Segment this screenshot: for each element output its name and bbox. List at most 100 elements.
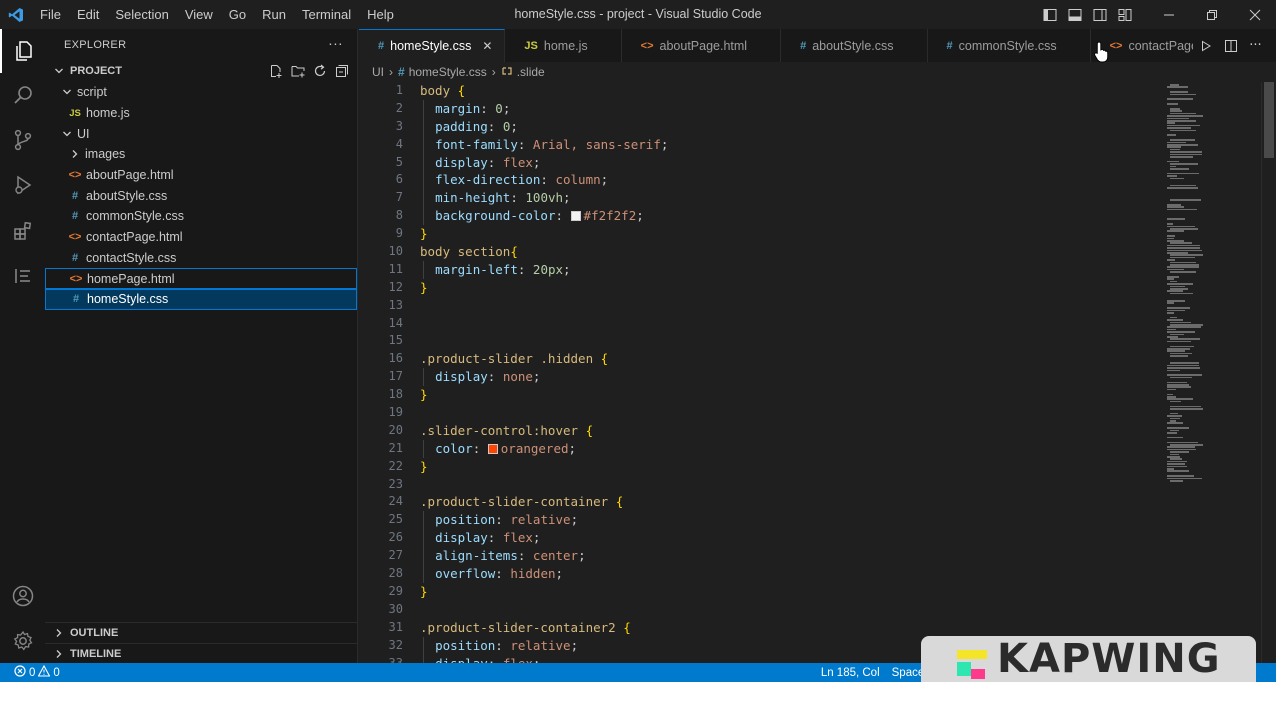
toggle-secondary-sidebar-icon[interactable] (1087, 0, 1112, 29)
tree-folder[interactable]: images (45, 144, 357, 165)
minimap-line (1170, 376, 1193, 379)
menu-help[interactable]: Help (359, 4, 402, 26)
cursor-position[interactable]: Ln 185, Col (821, 667, 880, 679)
project-section-header[interactable]: PROJECT (45, 60, 357, 82)
minimize-icon[interactable] (1147, 0, 1190, 29)
breadcrumb-folder[interactable]: UI (372, 65, 384, 79)
menu-edit[interactable]: Edit (69, 4, 107, 26)
editor-tab[interactable]: JS home.js (505, 29, 622, 62)
tree-file[interactable]: <> homePage.html (45, 268, 357, 289)
run-file-icon[interactable] (1193, 29, 1218, 62)
problems-indicator[interactable]: 0 0 (0, 664, 60, 680)
split-editor-icon[interactable] (1218, 29, 1243, 62)
outline-section-header[interactable]: OUTLINE (45, 622, 358, 643)
minimap-line (1170, 156, 1193, 158)
toggle-primary-sidebar-icon[interactable] (1037, 0, 1062, 29)
tree-file[interactable]: # contactStyle.css (45, 248, 357, 269)
more-actions-icon[interactable]: ··· (328, 35, 343, 51)
run-debug-icon[interactable] (0, 163, 45, 207)
line-number: 25 (388, 512, 403, 527)
editor-tab[interactable]: # commonStyle.css (927, 29, 1091, 62)
timeline-section-header[interactable]: TIMELINE (45, 643, 358, 664)
minimap-line (1170, 355, 1188, 357)
tree-file[interactable]: <> contactPage.html (45, 227, 357, 248)
title-bar-controls (1037, 0, 1276, 29)
code-line: font-family: Arial, sans-serif; (420, 135, 1160, 154)
code-token: : (487, 530, 503, 546)
minimap-line (1167, 328, 1176, 331)
close-tab-icon[interactable]: ✕ (480, 39, 494, 53)
color-swatch[interactable] (487, 443, 498, 454)
explorer-icon[interactable] (0, 29, 45, 73)
menu-run[interactable]: Run (254, 4, 294, 26)
minimap-line (1170, 129, 1196, 132)
close-window-icon[interactable] (1233, 0, 1276, 29)
editor-tab[interactable]: <> aboutPage.html (621, 29, 782, 62)
tree-file[interactable]: # commonStyle.css (45, 206, 357, 227)
tree-folder[interactable]: script (45, 82, 357, 103)
code-line: flex-direction: column; (420, 171, 1160, 190)
code-token: } (420, 226, 428, 242)
minimap-line (1167, 396, 1176, 398)
more-actions-icon[interactable]: ··· (1243, 29, 1268, 62)
new-file-icon[interactable] (265, 60, 287, 82)
tree-file[interactable]: <> aboutPage.html (45, 165, 357, 186)
refresh-icon[interactable] (309, 60, 331, 82)
editor-tab[interactable]: # aboutStyle.css (781, 29, 928, 62)
menu-terminal[interactable]: Terminal (294, 4, 359, 26)
minimap-line (1167, 98, 1194, 100)
minimap-line (1167, 235, 1176, 237)
customize-layout-icon[interactable] (1112, 0, 1137, 29)
account-icon[interactable] (0, 574, 45, 618)
minimap-line (1167, 422, 1183, 424)
code-editor[interactable]: 1 2 3 4 5 6 7 8 9 10 11 12 13 14 15 16 17 18 19 20 21 22 23 24 2… (359, 82, 1276, 663)
toggle-panel-icon[interactable] (1062, 0, 1087, 29)
minimap-line (1167, 120, 1197, 122)
line-number: 8 (395, 208, 403, 223)
minimap-line (1167, 381, 1188, 384)
minimap-line (1170, 451, 1189, 453)
indent-guide (423, 207, 424, 226)
minimap-line (1170, 184, 1196, 187)
minimap-line (1170, 151, 1202, 153)
tree-folder[interactable]: UI (45, 123, 357, 144)
minimap-line (1170, 420, 1177, 422)
breadcrumb-file[interactable]: homeStyle.css (409, 65, 487, 79)
minimap-line (1167, 350, 1185, 352)
code-token: ; (532, 369, 541, 385)
menu-file[interactable]: File (32, 4, 69, 26)
scrollbar-thumb[interactable] (1264, 82, 1274, 158)
new-folder-icon[interactable] (287, 60, 309, 82)
menu-go[interactable]: Go (221, 4, 254, 26)
collapse-all-icon[interactable] (331, 60, 353, 82)
line-number: 17 (388, 369, 403, 384)
minimap-line (1167, 244, 1200, 247)
minimap-line (1170, 108, 1180, 110)
settings-gear-icon[interactable] (0, 619, 45, 663)
breadcrumb-symbol[interactable]: .slide (517, 65, 545, 79)
color-swatch[interactable] (570, 211, 581, 222)
minimap-line (1167, 393, 1174, 396)
code-line: .slider-control:hover { (420, 422, 1160, 440)
outline-view-icon[interactable] (0, 254, 45, 298)
restore-icon[interactable] (1190, 0, 1233, 29)
vertical-scrollbar[interactable] (1261, 82, 1275, 663)
tree-file[interactable]: # aboutStyle.css (45, 185, 357, 206)
tree-file[interactable]: JS home.js (45, 103, 357, 124)
line-number: 21 (388, 440, 403, 455)
menu-selection[interactable]: Selection (107, 4, 176, 26)
code-token: : (487, 369, 503, 385)
source-control-icon[interactable] (0, 118, 45, 162)
minimap[interactable] (1165, 82, 1245, 663)
chevron-down-icon (51, 66, 67, 76)
minimap-line (1170, 408, 1204, 410)
code-content[interactable]: body { margin: 0; padding: 0; font-famil… (420, 82, 1160, 663)
line-number: 18 (388, 387, 403, 402)
extensions-icon[interactable] (0, 209, 45, 253)
menu-view[interactable]: View (177, 4, 221, 26)
tree-file[interactable]: # homeStyle.css (45, 288, 357, 310)
search-icon[interactable] (0, 73, 45, 117)
editor-tab[interactable]: # homeStyle.css ✕ (359, 29, 506, 62)
